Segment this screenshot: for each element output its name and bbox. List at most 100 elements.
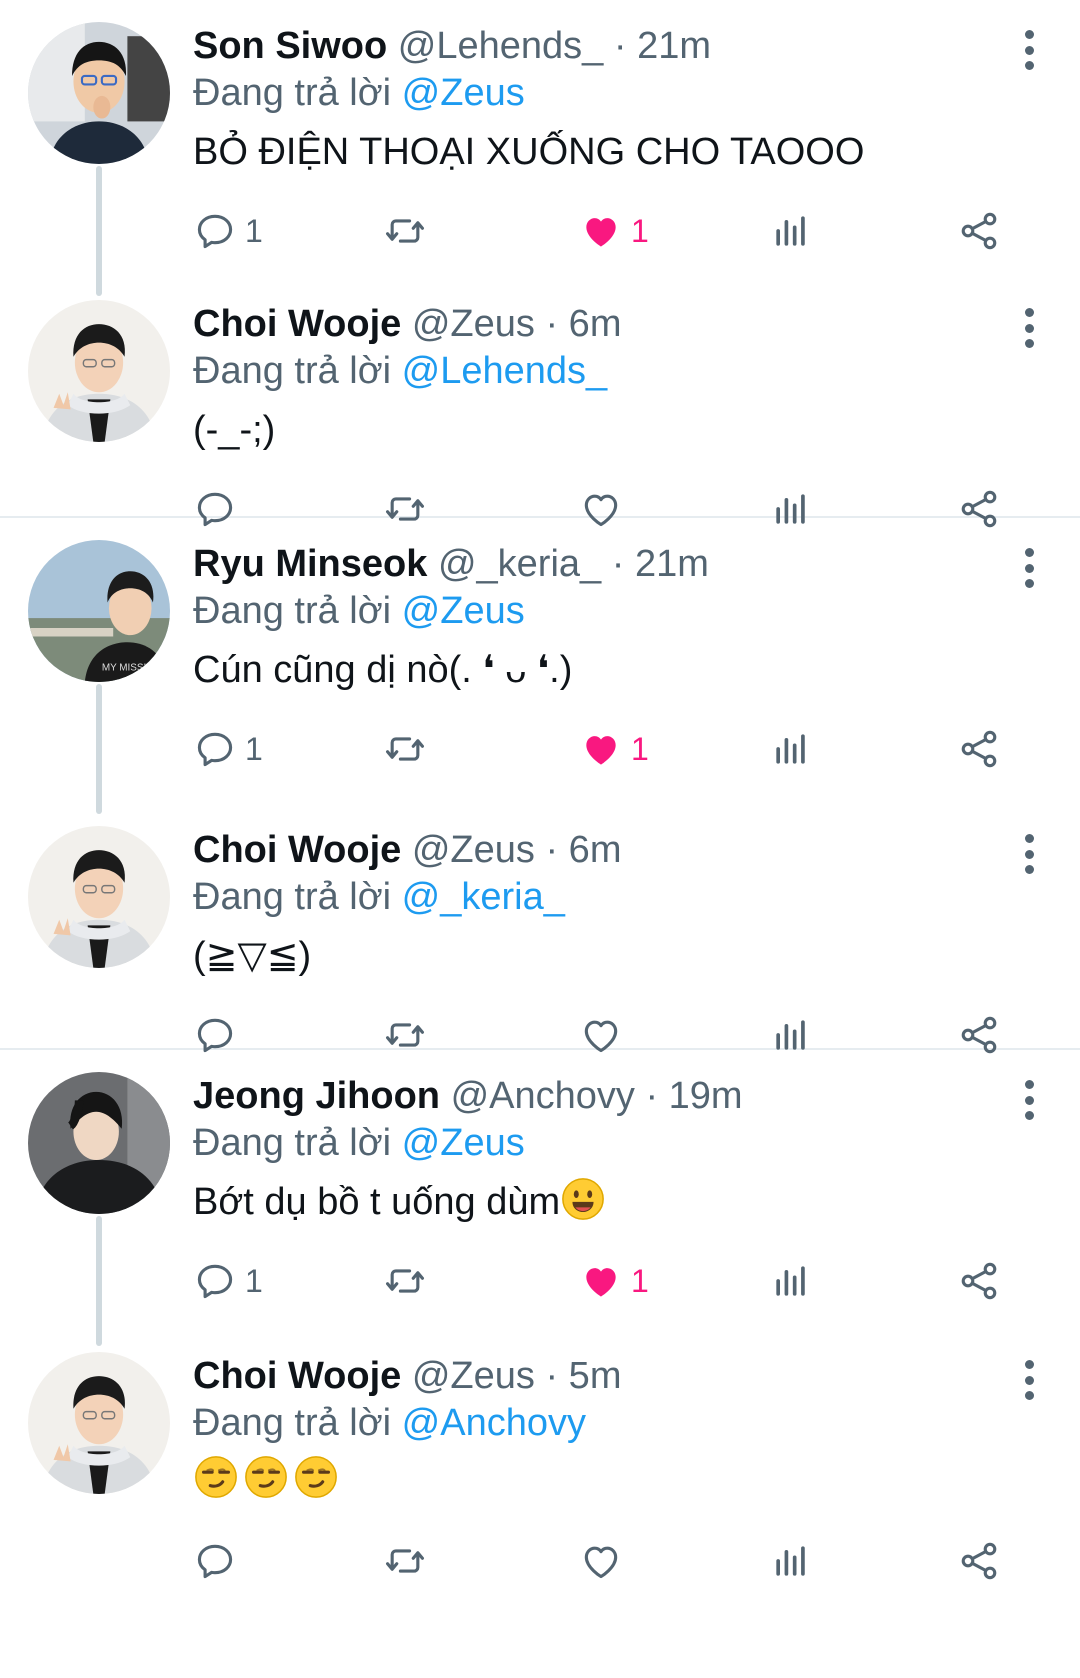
- avatar[interactable]: [28, 300, 170, 442]
- tweet-parent[interactable]: Son Siwoo @Lehends_ · 21m Đang trả lời @…: [0, 0, 1080, 296]
- display-name[interactable]: Choi Wooje: [193, 829, 401, 871]
- views-button[interactable]: [769, 206, 813, 256]
- like-button[interactable]: 1: [579, 206, 649, 256]
- replying-to: Đang trả lời @Zeus: [193, 70, 1040, 116]
- tweet-header: Choi Wooje @Zeus · 6m: [193, 826, 1040, 874]
- replying-to-label: Đang trả lời: [193, 876, 392, 918]
- share-button[interactable]: [957, 206, 1001, 256]
- share-button[interactable]: [957, 724, 1001, 774]
- reply-button[interactable]: 1: [193, 206, 263, 256]
- tweet-body: Son Siwoo @Lehends_ · 21m Đang trả lời @…: [193, 22, 1040, 178]
- timestamp[interactable]: · 21m: [614, 25, 711, 67]
- replying-to-label: Đang trả lời: [193, 590, 392, 632]
- tweet-text-content: Bớt dụ bồ t uống dùm: [193, 1181, 561, 1223]
- tweet-reply[interactable]: Choi Wooje @Zeus · 5m Đang trả lời @Anch…: [0, 1330, 1080, 1590]
- mention-link[interactable]: @Zeus: [402, 72, 525, 114]
- tweet-body: Jeong Jihoon @Anchovy · 19m Đang trả lời…: [193, 1072, 1040, 1228]
- tweet-parent[interactable]: Ryu Minseok @_keria_ · 21m Đang trả lời …: [0, 518, 1080, 814]
- more-icon[interactable]: [1022, 308, 1036, 348]
- tweet-header: Choi Wooje @Zeus · 6m: [193, 300, 1040, 348]
- display-name[interactable]: Ryu Minseok: [193, 543, 427, 585]
- timestamp[interactable]: · 6m: [545, 303, 621, 345]
- retweet-button[interactable]: [383, 1536, 427, 1586]
- like-count: 1: [631, 730, 649, 767]
- share-button[interactable]: [957, 1256, 1001, 1306]
- share-icon: [957, 727, 1001, 771]
- more-icon[interactable]: [1022, 1080, 1036, 1120]
- mention-link[interactable]: @Zeus: [402, 590, 525, 632]
- avatar[interactable]: [28, 826, 170, 968]
- reply-button[interactable]: [193, 1536, 237, 1586]
- avatar[interactable]: [28, 1352, 170, 1494]
- tweet-parent[interactable]: Jeong Jihoon @Anchovy · 19m Đang trả lời…: [0, 1050, 1080, 1346]
- user-handle[interactable]: @Lehends_: [398, 25, 604, 67]
- share-icon: [957, 209, 1001, 253]
- share-icon: [957, 1539, 1001, 1583]
- display-name[interactable]: Son Siwoo: [193, 25, 387, 67]
- replying-to: Đang trả lời @Anchovy: [193, 1400, 1040, 1446]
- views-button[interactable]: [769, 1256, 813, 1306]
- more-icon[interactable]: [1022, 30, 1036, 70]
- like-count: 1: [631, 1262, 649, 1299]
- more-icon[interactable]: [1022, 548, 1036, 588]
- smiley-emoji-icon: [560, 1176, 606, 1222]
- avatar[interactable]: [28, 540, 170, 682]
- views-button[interactable]: [769, 1536, 813, 1586]
- display-name[interactable]: Jeong Jihoon: [193, 1075, 440, 1117]
- thread-connector: [96, 1216, 102, 1346]
- tweet-header: Son Siwoo @Lehends_ · 21m: [193, 22, 1040, 70]
- retweet-icon: [383, 209, 427, 253]
- reply-button[interactable]: 1: [193, 1256, 263, 1306]
- mention-link[interactable]: @_keria_: [402, 876, 565, 918]
- tweet-text: Cún cũng dị nò(. ❛ ᴗ ❛.): [193, 649, 573, 691]
- reply-icon: [193, 1259, 237, 1303]
- heart-icon: [579, 1539, 623, 1583]
- mention-link[interactable]: @Anchovy: [402, 1402, 586, 1444]
- reply-count: 1: [245, 212, 263, 249]
- user-handle[interactable]: @Anchovy: [451, 1075, 635, 1117]
- retweet-button[interactable]: [383, 1256, 427, 1306]
- mention-link[interactable]: @Zeus: [402, 1122, 525, 1164]
- reply-icon: [193, 1539, 237, 1583]
- timestamp[interactable]: · 6m: [545, 829, 621, 871]
- user-handle[interactable]: @Zeus: [412, 1355, 535, 1397]
- more-icon[interactable]: [1022, 834, 1036, 874]
- tweet-text: Bớt dụ bồ t uống dùm: [193, 1176, 1040, 1228]
- user-handle[interactable]: @Zeus: [412, 829, 535, 871]
- action-bar: 1 1: [193, 1256, 1020, 1306]
- timestamp[interactable]: · 5m: [545, 1355, 621, 1397]
- display-name[interactable]: Choi Wooje: [193, 1355, 401, 1397]
- like-button[interactable]: 1: [579, 724, 649, 774]
- timestamp[interactable]: · 19m: [645, 1075, 742, 1117]
- avatar[interactable]: [28, 1072, 170, 1214]
- retweet-button[interactable]: [383, 206, 427, 256]
- like-count: 1: [631, 212, 649, 249]
- smirk-emoji-icon: [293, 1454, 339, 1500]
- reply-count: 1: [245, 730, 263, 767]
- views-button[interactable]: [769, 724, 813, 774]
- tweet-body: Choi Wooje @Zeus · 5m Đang trả lời @Anch…: [193, 1352, 1040, 1500]
- timestamp[interactable]: · 21m: [612, 543, 709, 585]
- heart-icon: [579, 727, 623, 771]
- share-button[interactable]: [957, 1536, 1001, 1586]
- tweet-text: [193, 1454, 1040, 1500]
- like-button[interactable]: [579, 1536, 623, 1586]
- tweet-reply[interactable]: Choi Wooje @Zeus · 6m Đang trả lời @_ker…: [0, 804, 1080, 1048]
- like-button[interactable]: 1: [579, 1256, 649, 1306]
- reply-button[interactable]: 1: [193, 724, 263, 774]
- views-icon: [769, 1259, 813, 1303]
- reply-icon: [193, 727, 237, 771]
- more-icon[interactable]: [1022, 1360, 1036, 1400]
- retweet-icon: [383, 1539, 427, 1583]
- user-handle[interactable]: @_keria_: [438, 543, 601, 585]
- avatar[interactable]: [28, 22, 170, 164]
- tweet-reply[interactable]: Choi Wooje @Zeus · 6m Đang trả lời @Lehe…: [0, 278, 1080, 516]
- replying-to: Đang trả lời @Zeus: [193, 588, 1040, 634]
- mention-link[interactable]: @Lehends_: [402, 350, 608, 392]
- smirk-emoji-icon: [243, 1454, 289, 1500]
- user-handle[interactable]: @Zeus: [412, 303, 535, 345]
- replying-to-label: Đang trả lời: [193, 1402, 392, 1444]
- display-name[interactable]: Choi Wooje: [193, 303, 401, 345]
- tweet-header: Jeong Jihoon @Anchovy · 19m: [193, 1072, 1040, 1120]
- retweet-button[interactable]: [383, 724, 427, 774]
